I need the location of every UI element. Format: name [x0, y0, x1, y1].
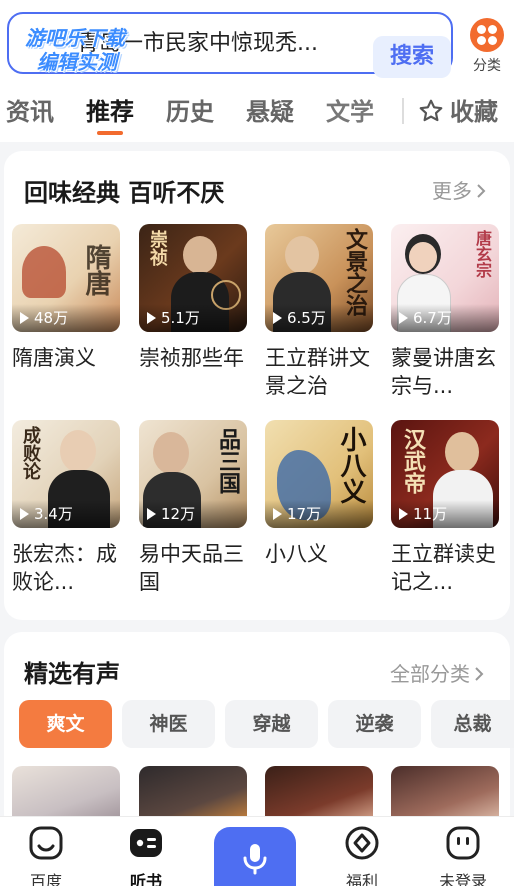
list-item[interactable]: 成败论 3.4万 张宏杰：成败论... — [12, 420, 120, 596]
cover-image: 汉武帝 11万 — [391, 420, 499, 528]
tab-literature[interactable]: 文学 — [326, 94, 374, 130]
list-item[interactable]: 汉武帝 11万 王立群读史记之... — [391, 420, 499, 596]
item-title: 隋唐演义 — [12, 346, 96, 370]
list-item[interactable]: 隋唐 48万 隋唐演义 — [12, 224, 120, 400]
item-title: 崇祯那些年 — [139, 346, 244, 370]
nav-welfare[interactable]: 福利 — [327, 825, 397, 886]
tab-mystery[interactable]: 悬疑 — [246, 94, 294, 130]
favorites-label: 收藏 — [450, 98, 498, 126]
chevron-right-icon — [475, 667, 484, 681]
item-title: 王立群读史记之... — [391, 542, 496, 594]
cover-image: 隋唐 48万 — [12, 224, 120, 332]
play-count: 6.7万 — [391, 304, 499, 332]
play-icon — [399, 508, 408, 520]
audiobook-icon — [130, 829, 162, 857]
smile-icon — [29, 826, 63, 860]
list-item[interactable]: 文景之治 6.5万 王立群讲文景之治 — [265, 224, 373, 400]
voice-search-button[interactable] — [214, 827, 296, 886]
more-label: 更多 — [432, 179, 472, 203]
play-count: 3.4万 — [12, 500, 120, 528]
item-title: 蒙曼讲唐玄宗与... — [391, 346, 496, 398]
chip-genre-chuanyue[interactable]: 穿越 — [225, 700, 318, 748]
play-icon — [273, 508, 282, 520]
cover-image: 唐玄宗 6.7万 — [391, 224, 499, 332]
tab-favorites[interactable]: 收藏 — [418, 94, 498, 130]
welfare-icon — [345, 826, 379, 860]
all-categories-link[interactable]: 全部分类 — [390, 658, 484, 687]
search-box[interactable]: 游吧乐下载 编辑实测 青岛一市民家中惊现秃... 搜索 — [7, 12, 453, 78]
top-header: 游吧乐下载 编辑实测 青岛一市民家中惊现秃... 搜索 分类 — [0, 0, 514, 90]
play-count: 5.1万 — [139, 304, 247, 332]
play-count: 12万 — [139, 500, 247, 528]
chip-genre-zongcai[interactable]: 总裁 — [431, 700, 514, 748]
chip-genre-shenyi[interactable]: 神医 — [122, 700, 215, 748]
nav-label: 听书 — [129, 872, 162, 886]
microphone-icon — [243, 844, 267, 875]
nav-login[interactable]: 未登录 — [428, 825, 498, 886]
item-title: 王立群讲文景之治 — [265, 346, 370, 398]
list-item[interactable]: 崇祯 5.1万 崇祯那些年 — [139, 224, 247, 400]
category-grid-icon — [470, 18, 504, 52]
active-tab-indicator — [97, 131, 123, 135]
nav-label: 百度 — [29, 872, 62, 886]
cover-image: 品三国 12万 — [139, 420, 247, 528]
watermark-logo: 游吧乐下载 编辑实测 — [25, 26, 125, 74]
play-icon — [147, 508, 156, 520]
section-title: 回味经典 百听不厌 — [24, 179, 225, 207]
list-item[interactable]: 小八义 17万 小八义 — [265, 420, 373, 596]
tab-divider — [402, 98, 404, 124]
tab-recommend[interactable]: 推荐 — [86, 94, 134, 130]
search-button[interactable]: 搜索 — [373, 36, 451, 78]
chip-genre-shuangwen[interactable]: 爽文 — [19, 700, 112, 748]
tab-history[interactable]: 历史 — [166, 94, 214, 130]
bottom-nav: 百度 听书 福利 未登录 — [0, 816, 514, 886]
play-icon — [273, 312, 282, 324]
play-icon — [399, 312, 408, 324]
play-count: 11万 — [391, 500, 499, 528]
chip-genre-nixi[interactable]: 逆袭 — [328, 700, 421, 748]
section-title: 精选有声 — [24, 660, 120, 688]
nav-label: 福利 — [345, 872, 378, 886]
item-title: 小八义 — [265, 542, 328, 566]
cover-image: 崇祯 5.1万 — [139, 224, 247, 332]
cover-image: 文景之治 6.5万 — [265, 224, 373, 332]
cover-image: 成败论 3.4万 — [12, 420, 120, 528]
play-icon — [20, 312, 29, 324]
category-label: 分类 — [473, 58, 501, 74]
play-count: 17万 — [265, 500, 373, 528]
nav-label: 未登录 — [438, 872, 487, 886]
profile-icon — [446, 826, 480, 860]
list-item[interactable]: 品三国 12万 易中天品三国 — [139, 420, 247, 596]
all-categories-label: 全部分类 — [390, 662, 470, 686]
category-button[interactable]: 分类 — [463, 14, 511, 78]
star-icon — [419, 99, 443, 122]
play-count: 48万 — [12, 304, 120, 332]
item-title: 易中天品三国 — [139, 542, 244, 594]
list-item[interactable]: 唐玄宗 6.7万 蒙曼讲唐玄宗与... — [391, 224, 499, 400]
nav-baidu[interactable]: 百度 — [11, 825, 81, 886]
item-title: 张宏杰：成败论... — [12, 542, 117, 594]
more-link[interactable]: 更多 — [432, 175, 486, 204]
play-icon — [147, 312, 156, 324]
tab-news[interactable]: 资讯 — [6, 94, 54, 130]
nav-audiobooks[interactable]: 听书 — [111, 825, 181, 886]
play-count: 6.5万 — [265, 304, 373, 332]
chevron-right-icon — [477, 184, 486, 198]
play-icon — [20, 508, 29, 520]
cover-image: 小八义 17万 — [265, 420, 373, 528]
